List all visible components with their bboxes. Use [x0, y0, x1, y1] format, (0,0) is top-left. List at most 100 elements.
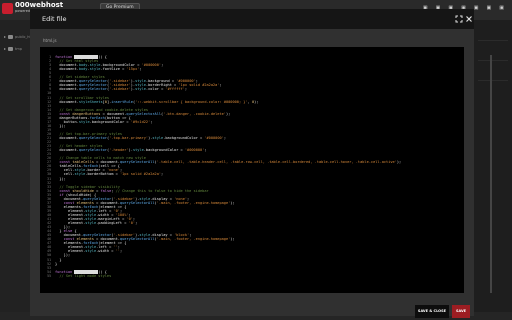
sidebar-item-tmp[interactable]: ▸ tmp [4, 46, 22, 51]
code-token: '.table-cell, .table-header-cell, .table… [156, 160, 397, 165]
edit-file-modal: Edit file html.js 1 2 3 4 5 6 7 8 9 10 11 12 13 14 15 1… [30, 9, 492, 318]
code-token: ); [225, 111, 231, 116]
code-token: style [74, 172, 86, 177]
code-token: .color = [145, 87, 166, 92]
code-token: ); [254, 99, 259, 104]
folder-icon [8, 34, 14, 39]
code-line[interactable]: button.style.backgroundColor = '#9c1d22'… [55, 119, 153, 124]
code-token: '1px solid #2a2a2a' [119, 172, 162, 177]
close-icon[interactable] [465, 15, 473, 23]
code-token: document. [55, 136, 79, 140]
code-token: // Set light mode styles [55, 273, 112, 278]
code-token: '.main, .footer, .engine-homepage' [156, 200, 231, 205]
code-line[interactable]: document.querySelector('.sidebar').style… [55, 87, 187, 91]
save-and-close-button[interactable]: SAVE & CLOSE [415, 305, 449, 318]
code-token: .backgroundColor = [143, 148, 185, 153]
code-token: ; [223, 136, 226, 140]
line-number: 55 [47, 273, 51, 278]
code-token: document. [55, 148, 79, 153]
code-token: ); [396, 160, 402, 165]
code-token: } [55, 261, 58, 266]
expand-icon[interactable] [455, 15, 463, 23]
code-token: '#9c1d22' [130, 119, 151, 124]
code-line[interactable]: } [55, 262, 57, 266]
code-token: document. [55, 87, 79, 92]
file-row-divider [478, 80, 508, 81]
delete-icon[interactable]: ▣ [474, 5, 479, 11]
code-token: '.main, .footer, .engine-homepage' [156, 237, 231, 242]
code-token: querySelector [78, 87, 107, 92]
code-token: '.top-bar-primary' [109, 136, 149, 140]
code-token: ; [161, 172, 164, 177]
code-token: document. [55, 67, 79, 72]
code-token: insertRule [111, 99, 133, 104]
code-token: querySelectorAll [119, 160, 155, 165]
code-token: document. [55, 99, 79, 104]
code-token: }); [55, 123, 66, 128]
code-token: styleSheets [78, 99, 103, 104]
code-token: style [132, 148, 144, 153]
brand-logo-icon [2, 3, 13, 14]
code-token: querySelector [78, 136, 107, 140]
code-editor[interactable]: 1 2 3 4 5 6 7 8 9 10 11 12 13 14 15 16 17 18 19 20 21 22 23 24 2… [40, 47, 464, 293]
code-token: querySelector [78, 148, 107, 153]
code-line[interactable]: cell.style.borderBottom = '1px solid #2a… [55, 172, 164, 177]
code-token: '#000000' [184, 148, 205, 153]
chevron-right-icon: ▸ [4, 34, 7, 39]
code-token: }); [55, 176, 66, 181]
editor-scrollbar[interactable] [490, 55, 492, 293]
code-token: .width = [96, 249, 116, 254]
code-token: ; [184, 87, 188, 92]
file-list-background [474, 20, 512, 320]
code-line[interactable]: // Set light mode styles [55, 274, 111, 278]
file-row-divider [478, 40, 508, 41]
code-token: querySelectorAll [126, 111, 162, 116]
save-button[interactable]: SAVE [452, 305, 470, 318]
code-token: .backgroundColor = [163, 136, 205, 140]
download-icon[interactable]: ▣ [487, 5, 492, 11]
code-token: '#000000' [204, 136, 224, 140]
code-token: false [100, 188, 112, 193]
brand-name: 000webhost [15, 1, 64, 9]
code-token: ); [230, 237, 235, 242]
code-token: .borderBottom = [85, 172, 120, 177]
code-line[interactable]: document.body.style.fontSize = '15px'; [55, 67, 142, 72]
code-token: .backgroundColor = [89, 119, 131, 124]
modal-title: Edit file [42, 15, 67, 23]
code-token: style [85, 249, 97, 254]
code-token: style [85, 221, 97, 226]
sidebar-item-label: tmp [15, 46, 23, 51]
code-line[interactable]: document.querySelector('.header').style.… [55, 148, 207, 153]
code-token: '.header' [109, 148, 129, 153]
code-line[interactable]: document.querySelector('.top-bar-primary… [55, 136, 226, 140]
code-token: '#ffffff' [165, 87, 185, 92]
file-row-divider [478, 60, 508, 61]
chevron-right-icon: ▸ [4, 46, 7, 51]
code-line[interactable]: document.styleSheets[0].insertRule('::-w… [55, 100, 258, 104]
code-token: ; [139, 67, 142, 72]
code-token: '15px' [126, 67, 140, 72]
code-token: '#000000' [141, 63, 162, 68]
modal-header: Edit file [30, 9, 474, 29]
code-line[interactable]: }); [55, 124, 66, 128]
code-token: ); [230, 200, 235, 205]
code-token: '.sidebar' [109, 87, 131, 92]
file-name: html.js [43, 38, 57, 43]
code-token: style [135, 87, 146, 92]
code-token: ; [161, 63, 164, 68]
file-manager-app: 000webhost powered by Hostinger Go Premi… [0, 0, 512, 320]
code-token: ; [135, 221, 138, 226]
code-token: // Change this to false to hide the side… [115, 188, 209, 193]
code-token: ; [150, 119, 153, 124]
folder-icon [8, 46, 14, 51]
code-line[interactable]: }); [55, 177, 66, 181]
code-token: ; [119, 249, 123, 254]
code-token: ; [219, 83, 222, 88]
code-token: '::-webkit-scrollbar { background-color:… [135, 99, 248, 104]
code-token: .paddingLeft = [96, 221, 129, 226]
code-token: style [78, 119, 90, 124]
code-token: () { [98, 55, 107, 59]
code-token: style [152, 136, 164, 140]
more-icon[interactable]: ▣ [499, 5, 504, 11]
code-token: ; [204, 148, 207, 153]
